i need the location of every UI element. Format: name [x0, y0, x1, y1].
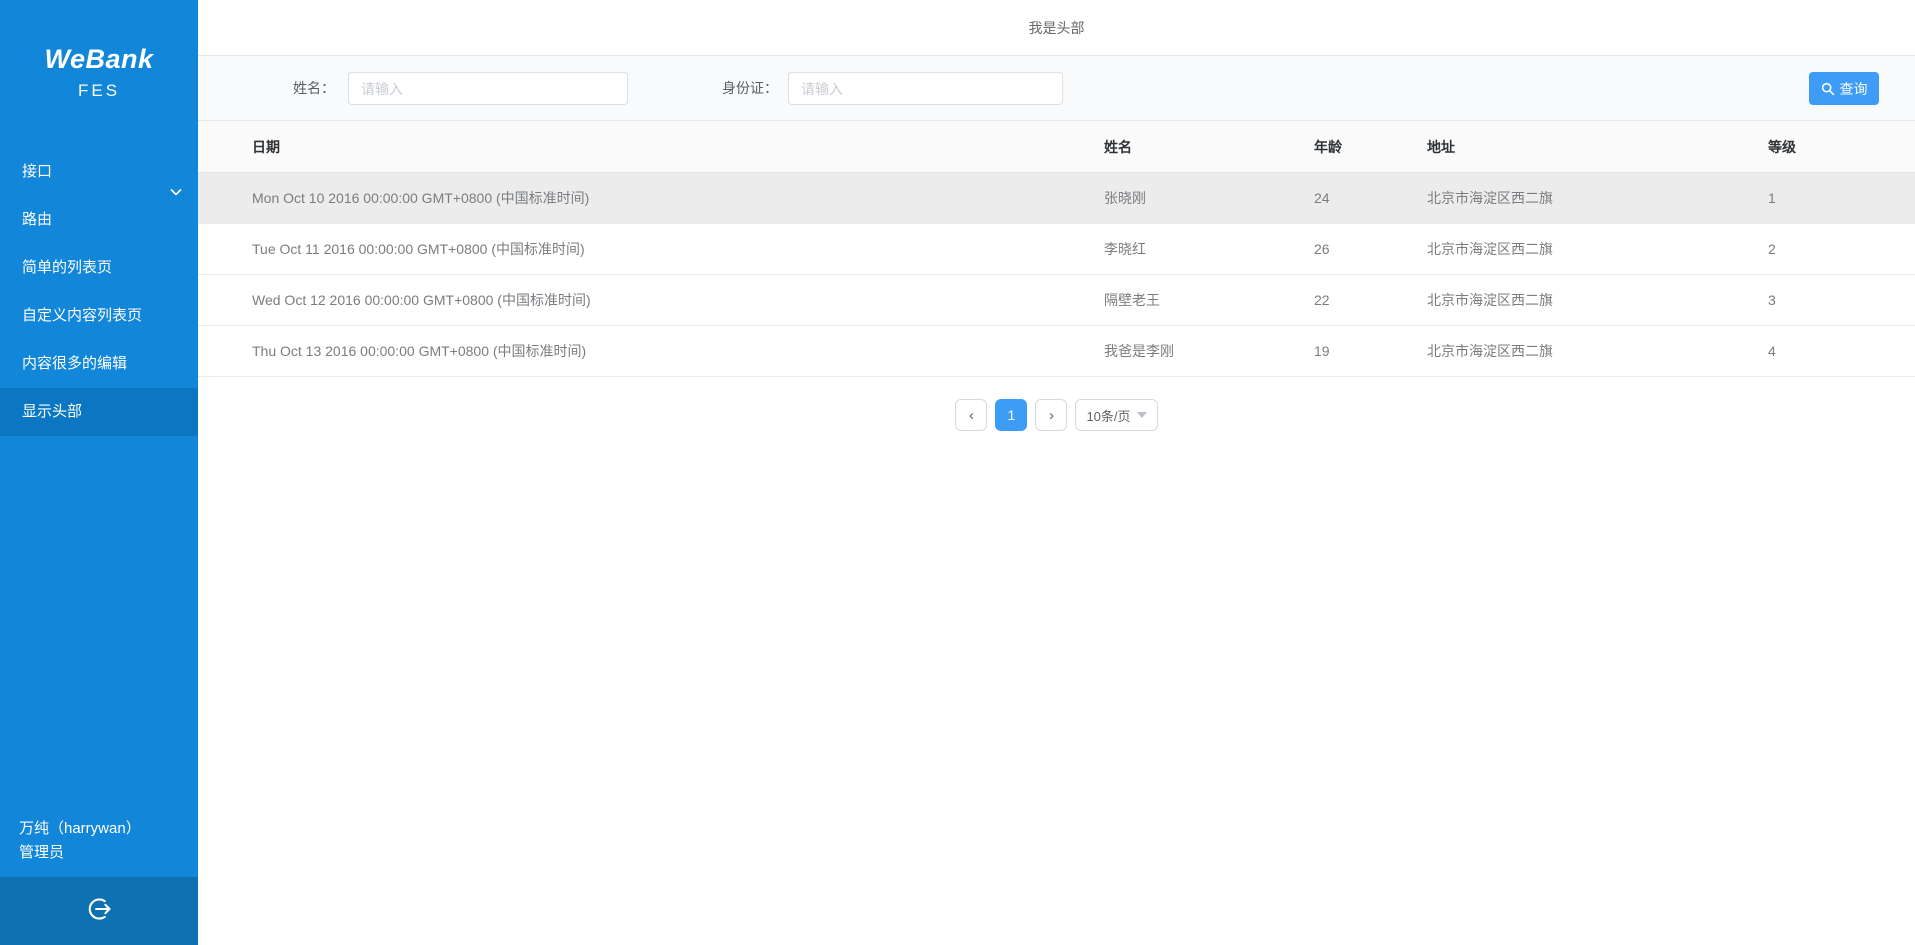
sidebar-item-api[interactable]: 接口: [0, 148, 198, 196]
caret-down-icon: [1137, 412, 1147, 418]
search-icon: [1821, 82, 1835, 96]
page-title: 我是头部: [1029, 18, 1085, 38]
page-number-button[interactable]: 1: [995, 399, 1027, 431]
sidebar: WeBank FES 接口 路由 简单的列表页 自定义内容列表页 内容很多的编辑…: [0, 0, 198, 945]
user-role: 管理员: [19, 841, 198, 865]
user-name: 万纯（harrywan）: [19, 817, 198, 841]
cell-date: Mon Oct 10 2016 00:00:00 GMT+0800 (中国标准时…: [252, 188, 1104, 208]
sidebar-bottom: 万纯（harrywan） 管理员: [0, 807, 198, 945]
page-size-select[interactable]: 10条/页: [1075, 399, 1157, 431]
page-size-label: 10条/页: [1086, 406, 1130, 425]
cell-address: 北京市海淀区西二旗: [1427, 341, 1768, 361]
logout-icon: [85, 895, 113, 928]
sidebar-item-label: 内容很多的编辑: [22, 340, 127, 388]
sidebar-item-label: 自定义内容列表页: [22, 292, 142, 340]
logo-brand: WeBank: [0, 44, 198, 75]
cell-date: Wed Oct 12 2016 00:00:00 GMT+0800 (中国标准时…: [252, 290, 1104, 310]
table-header-row: 日期 姓名 年龄 地址 等级: [198, 121, 1915, 173]
chevron-down-icon: [170, 168, 182, 176]
table-row[interactable]: Wed Oct 12 2016 00:00:00 GMT+0800 (中国标准时…: [198, 275, 1915, 326]
column-header-date: 日期: [252, 137, 1104, 157]
sidebar-item-route[interactable]: 路由: [0, 196, 198, 244]
sidebar-item-rich-edit[interactable]: 内容很多的编辑: [0, 340, 198, 388]
main-content: 我是头部 姓名： 身份证： 查询 日期 姓名 年龄 地址 等级 Mon Oct …: [198, 0, 1915, 945]
cell-age: 22: [1314, 292, 1427, 308]
query-button[interactable]: 查询: [1809, 72, 1879, 105]
cell-address: 北京市海淀区西二旗: [1427, 239, 1768, 259]
sidebar-menu: 接口 路由 简单的列表页 自定义内容列表页 内容很多的编辑 显示头部: [0, 148, 198, 436]
search-form: 姓名： 身份证： 查询: [198, 56, 1915, 121]
cell-level: 1: [1768, 190, 1915, 206]
cell-name: 李晓红: [1104, 239, 1314, 259]
column-header-address: 地址: [1427, 137, 1768, 157]
name-input[interactable]: [348, 72, 628, 105]
query-button-label: 查询: [1840, 79, 1868, 99]
cell-date: Tue Oct 11 2016 00:00:00 GMT+0800 (中国标准时…: [252, 239, 1104, 259]
current-page-label: 1: [1008, 407, 1016, 423]
cell-name: 张晓刚: [1104, 188, 1314, 208]
next-page-button[interactable]: ›: [1035, 399, 1067, 431]
cell-address: 北京市海淀区西二旗: [1427, 188, 1768, 208]
table-row[interactable]: Thu Oct 13 2016 00:00:00 GMT+0800 (中国标准时…: [198, 326, 1915, 377]
user-info: 万纯（harrywan） 管理员: [0, 807, 198, 877]
column-header-level: 等级: [1768, 137, 1915, 157]
cell-age: 19: [1314, 343, 1427, 359]
page-header: 我是头部: [198, 0, 1915, 56]
id-card-label: 身份证：: [722, 56, 778, 120]
sidebar-item-label: 显示头部: [22, 388, 82, 436]
pagination: ‹ 1 › 10条/页: [198, 399, 1915, 431]
cell-name: 隔壁老王: [1104, 290, 1314, 310]
column-header-name: 姓名: [1104, 137, 1314, 157]
data-table: 日期 姓名 年龄 地址 等级 Mon Oct 10 2016 00:00:00 …: [198, 121, 1915, 377]
cell-age: 24: [1314, 190, 1427, 206]
sidebar-item-custom-list[interactable]: 自定义内容列表页: [0, 292, 198, 340]
chevron-right-icon: ›: [1049, 407, 1054, 424]
column-header-age: 年龄: [1314, 137, 1427, 157]
id-card-input[interactable]: [788, 72, 1063, 105]
table-row[interactable]: Mon Oct 10 2016 00:00:00 GMT+0800 (中国标准时…: [198, 173, 1915, 224]
cell-address: 北京市海淀区西二旗: [1427, 290, 1768, 310]
chevron-left-icon: ‹: [969, 407, 974, 424]
sidebar-item-simple-list[interactable]: 简单的列表页: [0, 244, 198, 292]
cell-level: 3: [1768, 292, 1915, 308]
sidebar-item-label: 路由: [22, 196, 52, 244]
sidebar-item-label: 接口: [22, 148, 52, 196]
sidebar-item-label: 简单的列表页: [22, 244, 112, 292]
sidebar-item-show-header[interactable]: 显示头部: [0, 388, 198, 436]
app-logo: WeBank FES: [0, 0, 198, 101]
cell-level: 4: [1768, 343, 1915, 359]
cell-date: Thu Oct 13 2016 00:00:00 GMT+0800 (中国标准时…: [252, 341, 1104, 361]
prev-page-button[interactable]: ‹: [955, 399, 987, 431]
cell-age: 26: [1314, 241, 1427, 257]
name-label: 姓名：: [293, 56, 335, 120]
cell-name: 我爸是李刚: [1104, 341, 1314, 361]
table-row[interactable]: Tue Oct 11 2016 00:00:00 GMT+0800 (中国标准时…: [198, 224, 1915, 275]
cell-level: 2: [1768, 241, 1915, 257]
logo-subtitle: FES: [0, 81, 198, 101]
logout-button[interactable]: [0, 877, 198, 945]
